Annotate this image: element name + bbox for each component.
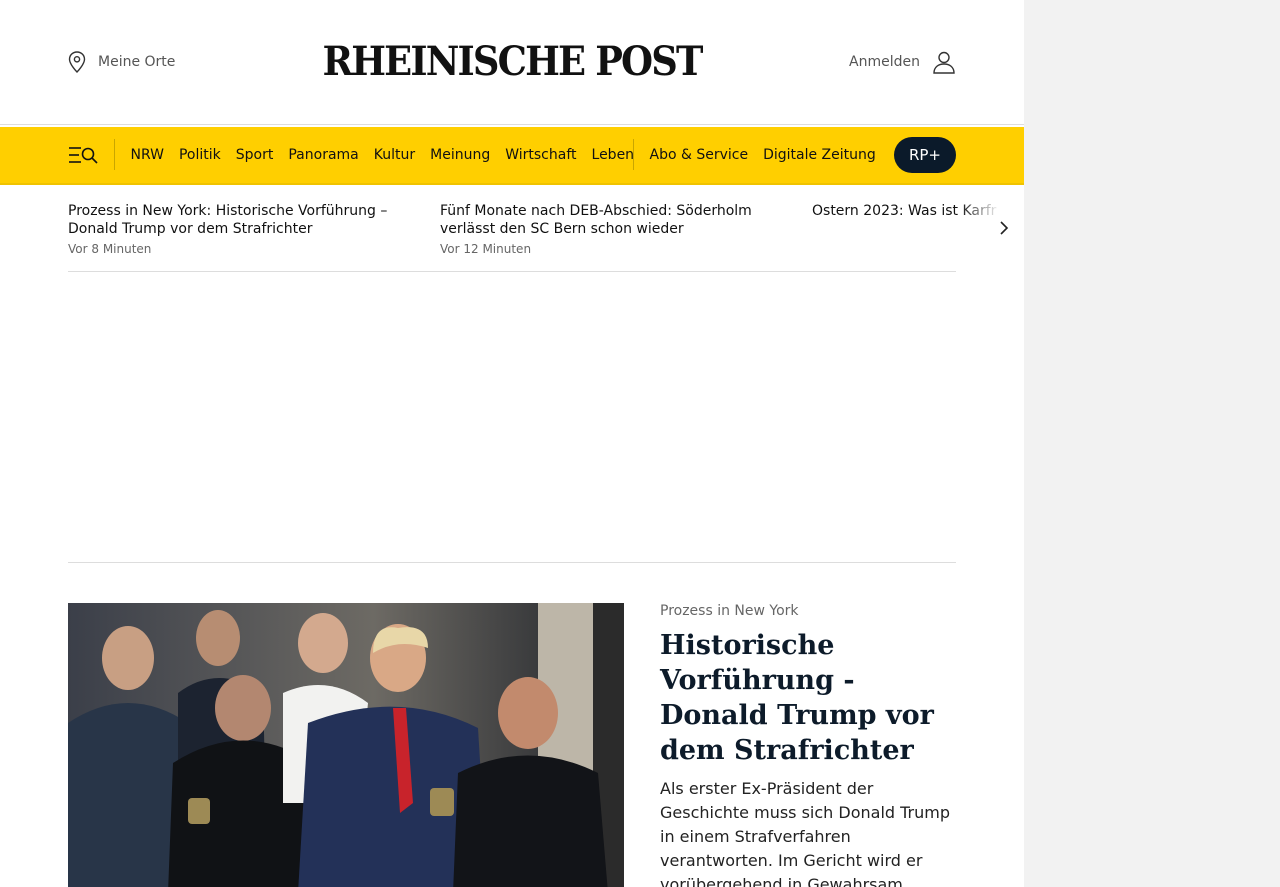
rp-plus-button[interactable]: RP+ (894, 137, 956, 173)
divider (68, 271, 956, 272)
nav-item-sport[interactable]: Sport (228, 147, 281, 163)
login-button[interactable]: Anmelden (849, 50, 956, 74)
site-header: Meine Orte RHEINISCHE POST Anmelden (0, 0, 1024, 125)
lead-headline[interactable]: Historische Vorführung - Donald Trump vo… (660, 628, 960, 768)
ticker-title: Fünf Monate nach DEB-Abschied: Söderholm… (440, 203, 752, 237)
divider (68, 562, 956, 563)
lead-article-image[interactable] (68, 603, 624, 887)
nav-item-kultur[interactable]: Kultur (366, 147, 422, 163)
menu-search-icon[interactable] (68, 143, 98, 167)
user-icon (933, 51, 955, 74)
nav-item-wirtschaft[interactable]: Wirtschaft (498, 147, 584, 163)
login-label: Anmelden (849, 54, 920, 70)
nav-primary-links: NRW Politik Sport Panorama Kultur Meinun… (123, 127, 642, 183)
lead-kicker: Prozess in New York (660, 603, 799, 619)
lead-photo (68, 603, 624, 887)
nav-item-panorama[interactable]: Panorama (281, 147, 366, 163)
nav-divider (633, 139, 634, 170)
nav-item-digitale-zeitung[interactable]: Digitale Zeitung (756, 147, 884, 163)
nav-item-nrw[interactable]: NRW (123, 147, 171, 163)
ticker-item[interactable]: Fünf Monate nach DEB-Abschied: Söderholm… (440, 202, 780, 256)
nav-secondary-links: Abo & Service Digitale Zeitung (642, 127, 883, 183)
ticker-item[interactable]: Prozess in New York: Historische Vorführ… (68, 202, 408, 256)
nav-divider (114, 139, 115, 170)
nav-item-meinung[interactable]: Meinung (423, 147, 498, 163)
main-navigation: NRW Politik Sport Panorama Kultur Meinun… (0, 127, 1024, 185)
news-ticker: Prozess in New York: Historische Vorführ… (68, 202, 1008, 272)
nav-item-abo-service[interactable]: Abo & Service (642, 147, 756, 163)
ticker-time: Vor 8 Minuten (68, 242, 152, 256)
chevron-right-icon[interactable] (996, 218, 1012, 238)
page: Meine Orte RHEINISCHE POST Anmelden NRW … (0, 0, 1024, 887)
ticker-time: Vor 12 Minuten (440, 242, 532, 256)
ticker-title: Prozess in New York: Historische Vorführ… (68, 203, 388, 237)
lead-teaser: Als erster Ex-Präsident der Geschichte m… (660, 779, 951, 887)
ticker-fade (960, 202, 1000, 242)
nav-item-politik[interactable]: Politik (171, 147, 228, 163)
site-logo[interactable]: RHEINISCHE POST (41, 38, 983, 85)
